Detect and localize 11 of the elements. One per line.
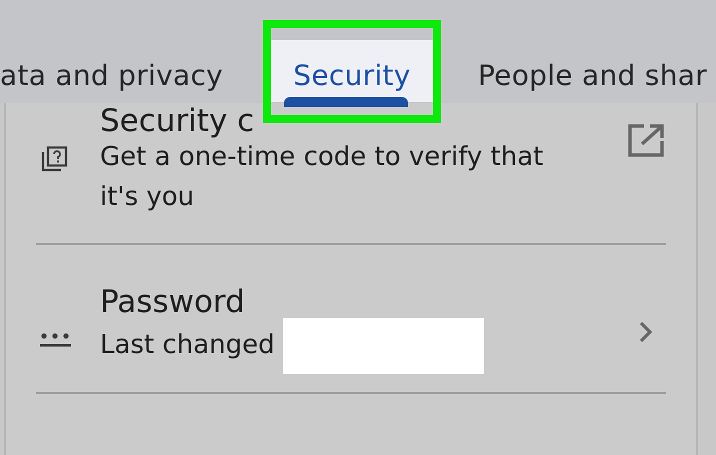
external-link-icon[interactable] [628, 124, 664, 157]
tab[interactable]: ata and privacy [0, 40, 248, 102]
setting-title: Password [100, 287, 246, 318]
tab[interactable]: Security [271, 40, 433, 102]
clipboard-question-icon [40, 146, 68, 173]
tab[interactable]: People and shar [454, 40, 716, 102]
setting-description: Last changed [100, 330, 275, 360]
setting-description: Get a one-time code to verify that it's you [100, 142, 544, 212]
setting-title: Security c [100, 106, 256, 137]
chevron-right-icon[interactable] [639, 321, 653, 343]
password-asterisks-icon [40, 331, 71, 347]
